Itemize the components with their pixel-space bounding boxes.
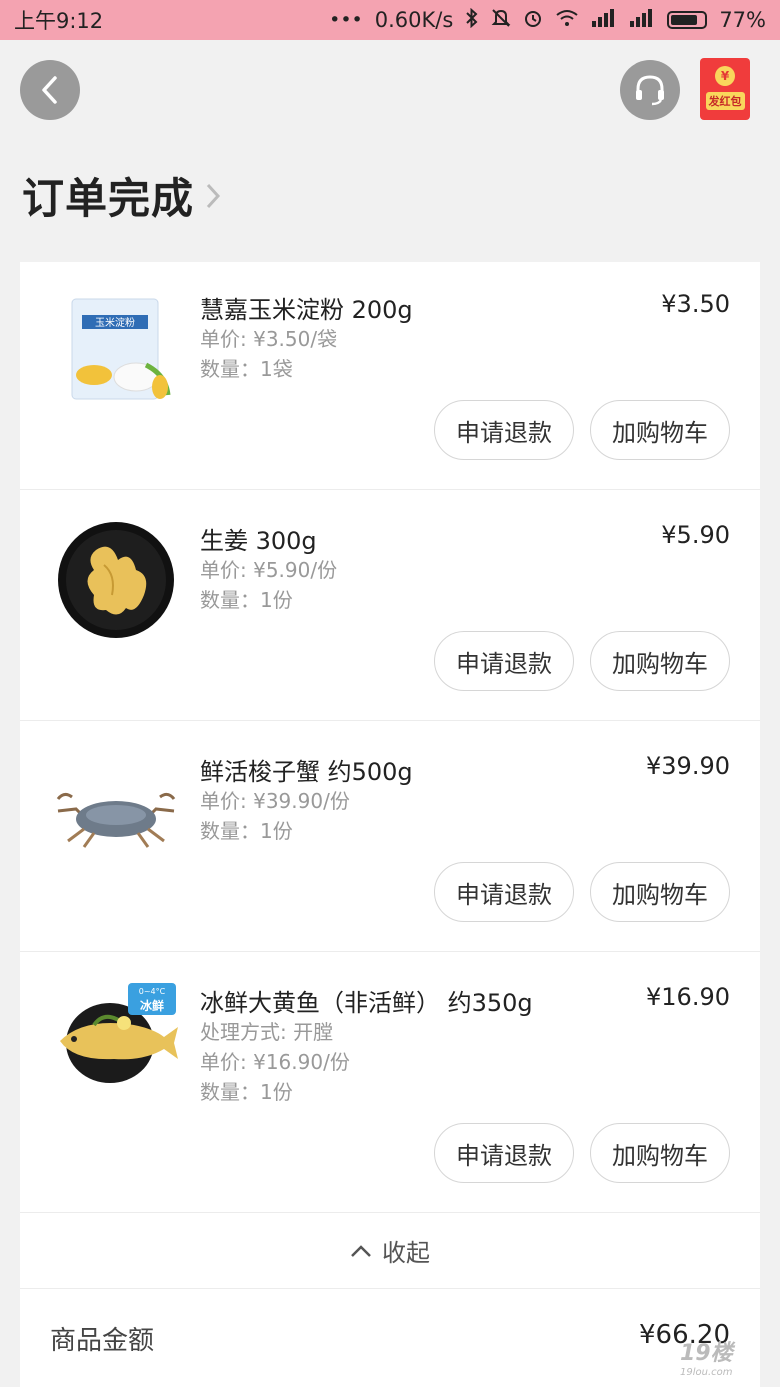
refund-button[interactable]: 申请退款 (434, 1123, 574, 1183)
add-to-cart-button[interactable]: 加购物车 (590, 631, 730, 691)
add-to-cart-button[interactable]: 加购物车 (590, 400, 730, 460)
status-time: 上午9:12 (14, 9, 104, 33)
collapse-button[interactable]: 收起 (20, 1213, 760, 1289)
coin-icon: ¥ (715, 66, 735, 86)
svg-text:玉米淀粉: 玉米淀粉 (95, 316, 135, 329)
order-items-card: 玉米淀粉 慧嘉玉米淀粉 200g ¥3.50 单价: ¥3.50/袋 数量：1袋… (20, 262, 760, 1387)
wifi-icon (555, 9, 579, 31)
product-image (54, 518, 178, 642)
watermark-logo: 19楼 19lou.com (680, 1335, 733, 1378)
signal-icon (591, 9, 617, 31)
quantity: 数量：1份 (200, 588, 293, 612)
status-right: ••• 0.60K/s 77% (329, 7, 766, 32)
product-name[interactable]: 鲜活梭子蟹 约500g (200, 752, 413, 787)
refund-button[interactable]: 申请退款 (434, 400, 574, 460)
customer-service-button[interactable] (620, 60, 680, 120)
unit-price: 单价: ¥3.50/袋 (200, 327, 338, 351)
chevron-up-icon (351, 1244, 371, 1257)
battery-level: 77% (719, 8, 766, 32)
bluetooth-icon (465, 7, 479, 32)
refund-button[interactable]: 申请退款 (434, 862, 574, 922)
watermark-subtext: 19lou.com (680, 1367, 733, 1378)
processing-method: 处理方式: 开膛 (200, 1020, 334, 1044)
battery-icon (667, 11, 708, 29)
add-to-cart-button[interactable]: 加购物车 (590, 862, 730, 922)
product-image (54, 754, 178, 878)
product-price: ¥3.50 (661, 290, 730, 318)
temp-badge: 0~4°C (139, 987, 166, 996)
quantity: 数量：1袋 (200, 357, 293, 381)
product-image: 0~4°C 冰鲜 (54, 974, 180, 1098)
mute-bell-icon (491, 8, 511, 32)
headset-icon (636, 75, 664, 106)
top-bar: ¥ 发红包 (0, 40, 780, 140)
alarm-icon (523, 8, 543, 32)
goods-amount-label: 商品金额 (50, 1326, 155, 1356)
product-image: 玉米淀粉 (54, 288, 178, 412)
back-button[interactable] (20, 60, 80, 120)
unit-price: 单价: ¥5.90/份 (200, 558, 338, 582)
network-speed: 0.60K/s (374, 8, 454, 32)
more-dots-icon: ••• (329, 8, 363, 31)
refund-button[interactable]: 申请退款 (434, 631, 574, 691)
status-bar: 上午9:12 ••• 0.60K/s 77% (0, 0, 780, 40)
signal-icon-2 (629, 9, 655, 31)
quantity: 数量：1份 (200, 1080, 293, 1104)
page-title: 订单完成 (22, 174, 195, 223)
order-status-link[interactable]: 订单完成 (22, 165, 222, 226)
order-item: 0~4°C 冰鲜 冰鲜大黄鱼（非活鲜） 约350g ¥16.90 处理方式: 开… (20, 952, 760, 1213)
product-name[interactable]: 慧嘉玉米淀粉 200g (200, 290, 413, 325)
chevron-left-icon (42, 76, 57, 104)
red-packet-label: 发红包 (705, 92, 745, 110)
product-name[interactable]: 冰鲜大黄鱼（非活鲜） 约350g (200, 983, 533, 1018)
quantity: 数量：1份 (200, 819, 293, 843)
summary-row: 商品金额 ¥66.20 (20, 1312, 760, 1362)
unit-price: 单价: ¥16.90/份 (200, 1050, 350, 1074)
chevron-right-icon (206, 183, 221, 208)
order-item: 玉米淀粉 慧嘉玉米淀粉 200g ¥3.50 单价: ¥3.50/袋 数量：1袋… (20, 262, 760, 490)
product-price: ¥39.90 (646, 752, 730, 780)
red-packet-button[interactable]: ¥ 发红包 (700, 58, 750, 120)
watermark-text: 19楼 (680, 1341, 733, 1366)
product-price: ¥16.90 (646, 983, 730, 1011)
chilled-badge: 冰鲜 (140, 998, 164, 1013)
collapse-label: 收起 (382, 1239, 430, 1267)
product-name[interactable]: 生姜 300g (200, 521, 317, 556)
unit-price: 单价: ¥39.90/份 (200, 789, 350, 813)
order-item: 鲜活梭子蟹 约500g ¥39.90 单价: ¥39.90/份 数量：1份 申请… (20, 721, 760, 952)
add-to-cart-button[interactable]: 加购物车 (590, 1123, 730, 1183)
product-price: ¥5.90 (661, 521, 730, 549)
order-item: 生姜 300g ¥5.90 单价: ¥5.90/份 数量：1份 申请退款 加购物… (20, 490, 760, 721)
